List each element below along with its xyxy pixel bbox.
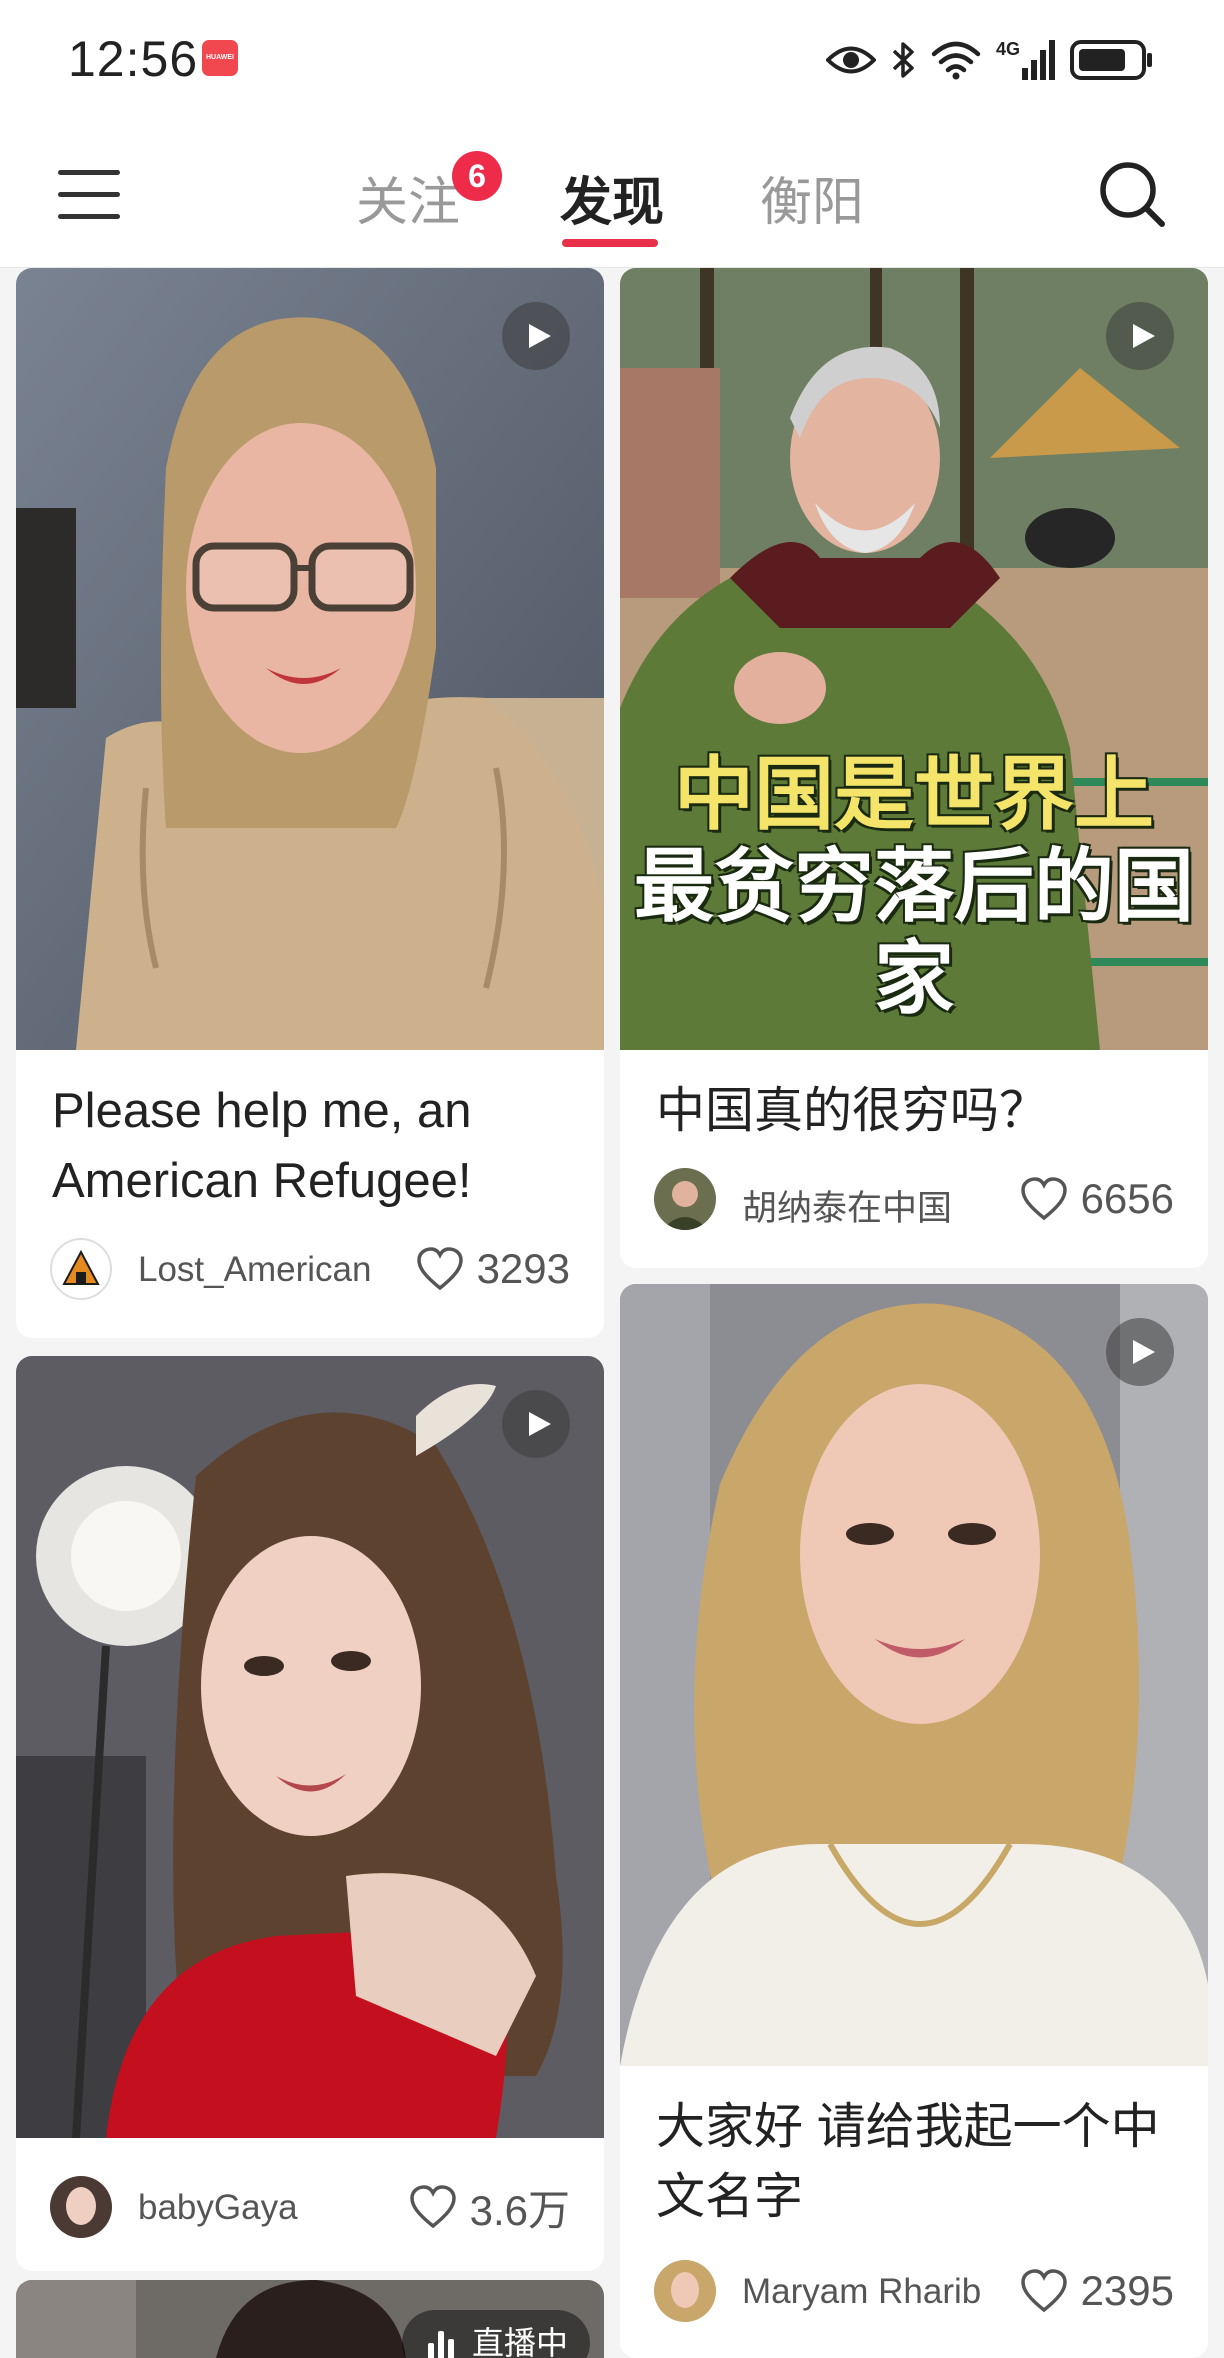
tab-hengyang[interactable]: 衡阳: [760, 160, 864, 235]
play-icon: [502, 302, 570, 370]
like-button[interactable]: 3.6万: [408, 2182, 570, 2234]
live-thumbnail[interactable]: 直播中: [16, 2280, 604, 2358]
avatar[interactable]: [654, 2260, 716, 2322]
author-name[interactable]: babyGaya: [138, 2188, 298, 2228]
live-bars-icon: [428, 2329, 458, 2358]
avatar[interactable]: [654, 1168, 716, 1230]
feed-card[interactable]: 中国是世界上 最贫穷落后的国家 中国真的很穷吗？ 胡纳泰在中国 6656: [620, 268, 1208, 1268]
avatar[interactable]: [50, 2176, 112, 2238]
feed-card[interactable]: 大家好 请给我起一个中文名字 Maryam Rharib 2395: [620, 1284, 1208, 2358]
live-badge: 直播中: [402, 2310, 591, 2358]
card-meta: 胡纳泰在中国 6656: [654, 1168, 1174, 1230]
video-thumbnail[interactable]: [16, 268, 604, 1050]
video-thumbnail[interactable]: [620, 1284, 1208, 2066]
tab-following[interactable]: 关注: [356, 160, 460, 235]
card-title: 大家好 请给我起一个中文名字: [656, 2100, 1160, 2224]
like-button[interactable]: 6656: [1019, 1174, 1174, 1224]
like-button[interactable]: 3293: [415, 1244, 570, 1294]
tab-discover[interactable]: 发现: [560, 160, 664, 235]
feed-card[interactable]: Please help me, an American Refugee! Los…: [16, 268, 604, 1338]
feed-card[interactable]: babyGaya 3.6万: [16, 1356, 604, 2271]
heart-icon: [416, 1247, 463, 1291]
card-meta: Maryam Rharib 2395: [654, 2260, 1174, 2322]
heart-icon: [409, 2185, 456, 2229]
video-thumbnail[interactable]: 中国是世界上 最贫穷落后的国家: [620, 268, 1208, 1050]
heart-icon: [1020, 2269, 1067, 2313]
like-count: 2395: [1080, 2267, 1174, 2314]
play-icon: [502, 1390, 570, 1458]
cellular-signal-icon: 4G: [996, 39, 1055, 80]
status-bar: 12:56 HUAWEI 4G: [0, 0, 1224, 120]
play-icon: [1106, 302, 1174, 370]
wifi-icon: [931, 41, 981, 80]
avatar[interactable]: [50, 1238, 112, 1300]
tab-hengyang-label: 衡阳: [760, 174, 865, 232]
active-tab-indicator: [562, 239, 658, 247]
like-count: 6656: [1080, 1175, 1174, 1222]
author-name[interactable]: Maryam Rharib: [742, 2272, 981, 2312]
feed-card[interactable]: 直播中: [16, 2280, 604, 2358]
top-navigation: 关注 6 发现 衡阳: [0, 120, 1224, 268]
author-name[interactable]: 胡纳泰在中国: [742, 1180, 952, 1231]
card-title: Please help me, an American Refugee!: [52, 1084, 472, 1208]
search-icon[interactable]: [1096, 158, 1168, 230]
tab-discover-label: 发现: [560, 174, 665, 232]
notification-badge: 6: [452, 151, 502, 201]
battery-icon: [1070, 40, 1152, 80]
huawei-app-icon: HUAWEI: [202, 40, 238, 76]
like-button[interactable]: 2395: [1019, 2266, 1174, 2316]
author-name[interactable]: Lost_American: [138, 1250, 371, 1290]
tab-following-label: 关注: [356, 174, 461, 232]
bluetooth-icon: [892, 42, 914, 78]
video-thumbnail[interactable]: [16, 1356, 604, 2138]
card-meta: Lost_American 3293: [50, 1238, 570, 1300]
svg-text:4G: 4G: [996, 39, 1020, 59]
eye-comfort-icon: [826, 46, 876, 74]
live-label: 直播中: [472, 2325, 569, 2358]
overlay-caption: 最贫穷落后的国家: [634, 839, 1194, 1025]
heart-icon: [1020, 1177, 1067, 1221]
status-icons: 4G: [826, 34, 1154, 86]
like-count: 3293: [476, 1245, 570, 1292]
status-time: 12:56: [68, 31, 199, 87]
card-meta: babyGaya 3.6万: [50, 2176, 570, 2238]
hamburger-menu-icon[interactable]: [58, 168, 122, 220]
play-icon: [1106, 1318, 1174, 1386]
like-count: 3.6万: [469, 2186, 570, 2234]
card-title: 中国真的很穷吗？: [656, 1084, 1049, 1138]
overlay-caption: 中国是世界上: [674, 747, 1154, 841]
